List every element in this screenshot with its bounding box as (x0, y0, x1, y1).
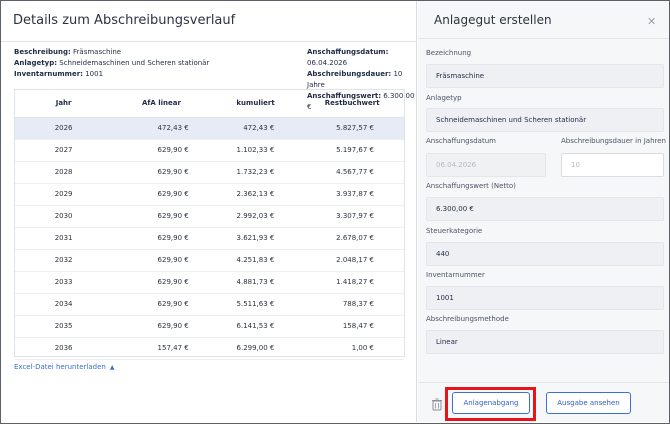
table-row[interactable]: 2031 629,90 €3.621,93 €2.678,07 € (15, 227, 404, 250)
panel-title: Details zum Abschreibungsverlauf (13, 13, 236, 28)
excel-download-link[interactable]: Excel-Datei herunterladen ▲ (14, 363, 114, 371)
cell-kumuliert: 4.251,83 € (210, 249, 301, 272)
bezeichnung-field[interactable]: Fräsmaschine (426, 64, 664, 88)
abschreibungsdauer-field[interactable]: 10 (561, 153, 664, 177)
table-row[interactable]: 2028 629,90 €1.732,23 €4.567,77 € (15, 161, 404, 184)
col-header-restbuchwert: Restbuchwert (300, 90, 404, 118)
cell-restbuchwert: 1,00 € (300, 337, 404, 360)
label-abschreibungsdauer: Abschreibungsdauer in Jahren (561, 137, 666, 145)
cell-jahr: 2036 (15, 337, 113, 360)
col-header-jahr: Jahr (15, 90, 113, 118)
meta-beschreibung: Beschreibung: Fräsmaschine (14, 48, 122, 56)
cell-restbuchwert: 158,47 € (300, 315, 404, 338)
excel-link-label: Excel-Datei herunterladen (14, 363, 106, 371)
cell-afa: 629,90 € (112, 315, 211, 338)
meta-inventarnummer: Inventarnummer: 1001 (14, 70, 104, 78)
cell-restbuchwert: 2.048,17 € (300, 249, 404, 272)
cell-kumuliert: 2.362,13 € (210, 183, 301, 206)
cell-kumuliert: 1.102,33 € (210, 139, 301, 162)
cell-restbuchwert: 5.827,57 € (300, 117, 404, 140)
meta-abschreibungsdauer: Abschreibungsdauer: 10 Jahre (307, 70, 403, 89)
cell-kumuliert: 2.992,03 € (210, 205, 301, 228)
cell-afa: 157,47 € (112, 337, 211, 360)
meta-anschaffungsdatum: Anschaffungsdatum: 06.04.2026 (307, 48, 389, 67)
label-anlagetyp: Anlagetyp (426, 94, 462, 102)
cell-restbuchwert: 788,37 € (300, 293, 404, 316)
cell-jahr: 2035 (15, 315, 113, 338)
cell-restbuchwert: 5.197,67 € (300, 139, 404, 162)
cell-restbuchwert: 3.937,87 € (300, 183, 404, 206)
close-icon[interactable]: ✕ (647, 15, 656, 28)
anschaffungsdatum-field: 06.04.2026 (426, 153, 546, 177)
create-asset-panel: Anlagegut erstellen ✕ Bezeichnung Fräsma… (418, 1, 669, 422)
divider (1, 41, 417, 42)
cell-afa: 629,90 € (112, 183, 211, 206)
cell-afa: 629,90 € (112, 249, 211, 272)
cell-restbuchwert: 3.307,97 € (300, 205, 404, 228)
label-inventarnummer: Inventarnummer (426, 271, 485, 279)
abschreibungsmethode-field[interactable]: Linear (426, 330, 664, 354)
table-row[interactable]: 2027 629,90 €1.102,33 €5.197,67 € (15, 139, 404, 162)
table-row[interactable]: 2032 629,90 €4.251,83 €2.048,17 € (15, 249, 404, 272)
label-anschaffungsdatum: Anschaffungsdatum (426, 137, 496, 145)
meta-anlagetyp: Anlagetyp: Schneidemaschinen und Scheren… (14, 59, 210, 67)
steuerkategorie-field[interactable]: 440 (426, 242, 664, 266)
cell-kumuliert: 4.881,73 € (210, 271, 301, 294)
cell-restbuchwert: 2.678,07 € (300, 227, 404, 250)
cell-kumuliert: 6.141,53 € (210, 315, 301, 338)
table-row[interactable]: 2035 629,90 €6.141,53 €158,47 € (15, 315, 404, 338)
col-header-kumuliert: kumuliert (210, 90, 301, 118)
divider (418, 38, 669, 39)
depreciation-details-panel: Details zum Abschreibungsverlauf Beschre… (1, 1, 417, 422)
divider (418, 382, 669, 383)
cell-jahr: 2026 (15, 117, 113, 140)
label-steuerkategorie: Steuerkategorie (426, 227, 483, 235)
table-row[interactable]: 2036 157,47 €6.299,00 €1,00 € (15, 337, 404, 360)
cell-restbuchwert: 1.418,27 € (300, 271, 404, 294)
cell-jahr: 2031 (15, 227, 113, 250)
asset-meta-left: Beschreibung: Fräsmaschine Anlagetyp: Sc… (14, 47, 209, 80)
cell-jahr: 2034 (15, 293, 113, 316)
table-row[interactable]: 2033 629,90 €4.881,73 €1.418,27 € (15, 271, 404, 294)
cell-jahr: 2027 (15, 139, 113, 162)
cell-afa: 629,90 € (112, 205, 211, 228)
cell-afa: 629,90 € (112, 271, 211, 294)
anlagetyp-field[interactable]: Schneidemaschinen und Scheren stationär (426, 108, 664, 132)
cell-jahr: 2032 (15, 249, 113, 272)
cell-jahr: 2029 (15, 183, 113, 206)
depreciation-table: Jahr AfA linear kumuliert Restbuchwert 2… (14, 89, 405, 360)
cell-afa: 629,90 € (112, 139, 211, 162)
cell-jahr: 2033 (15, 271, 113, 294)
inventarnummer-field[interactable]: 1001 (426, 286, 664, 310)
cell-afa: 472,43 € (112, 117, 211, 140)
table-row[interactable]: 2026 472,43 €472,43 €5.827,57 € (15, 117, 404, 140)
anschaffungswert-field[interactable]: 6.300,00 € (426, 197, 664, 221)
cell-restbuchwert: 4.567,77 € (300, 161, 404, 184)
cell-afa: 629,90 € (112, 293, 211, 316)
highlight-box (445, 387, 536, 421)
cell-afa: 629,90 € (112, 227, 211, 250)
trash-icon[interactable] (431, 398, 443, 411)
cell-kumuliert: 472,43 € (210, 117, 301, 140)
cell-kumuliert: 1.732,23 € (210, 161, 301, 184)
label-bezeichnung: Bezeichnung (426, 49, 472, 57)
cell-kumuliert: 5.511,63 € (210, 293, 301, 316)
cell-jahr: 2030 (15, 205, 113, 228)
cell-kumuliert: 6.299,00 € (210, 337, 301, 360)
table-row[interactable]: 2030 629,90 €2.992,03 €3.307,97 € (15, 205, 404, 228)
table-header-row: Jahr AfA linear kumuliert Restbuchwert (15, 90, 404, 118)
ausgabe-ansehen-button[interactable]: Ausgabe ansehen (546, 392, 631, 414)
table-row[interactable]: 2034 629,90 €5.511,63 €788,37 € (15, 293, 404, 316)
caret-up-icon: ▲ (109, 363, 115, 371)
cell-kumuliert: 3.621,93 € (210, 227, 301, 250)
cell-afa: 629,90 € (112, 161, 211, 184)
col-header-afa: AfA linear (112, 90, 211, 118)
label-anschaffungswert: Anschaffungswert (Netto) (426, 182, 516, 190)
label-abschreibungsmethode: Abschreibungsmethode (426, 315, 509, 323)
cell-jahr: 2028 (15, 161, 113, 184)
panel-title: Anlagegut erstellen (434, 13, 552, 27)
table-row[interactable]: 2029 629,90 €2.362,13 €3.937,87 € (15, 183, 404, 206)
